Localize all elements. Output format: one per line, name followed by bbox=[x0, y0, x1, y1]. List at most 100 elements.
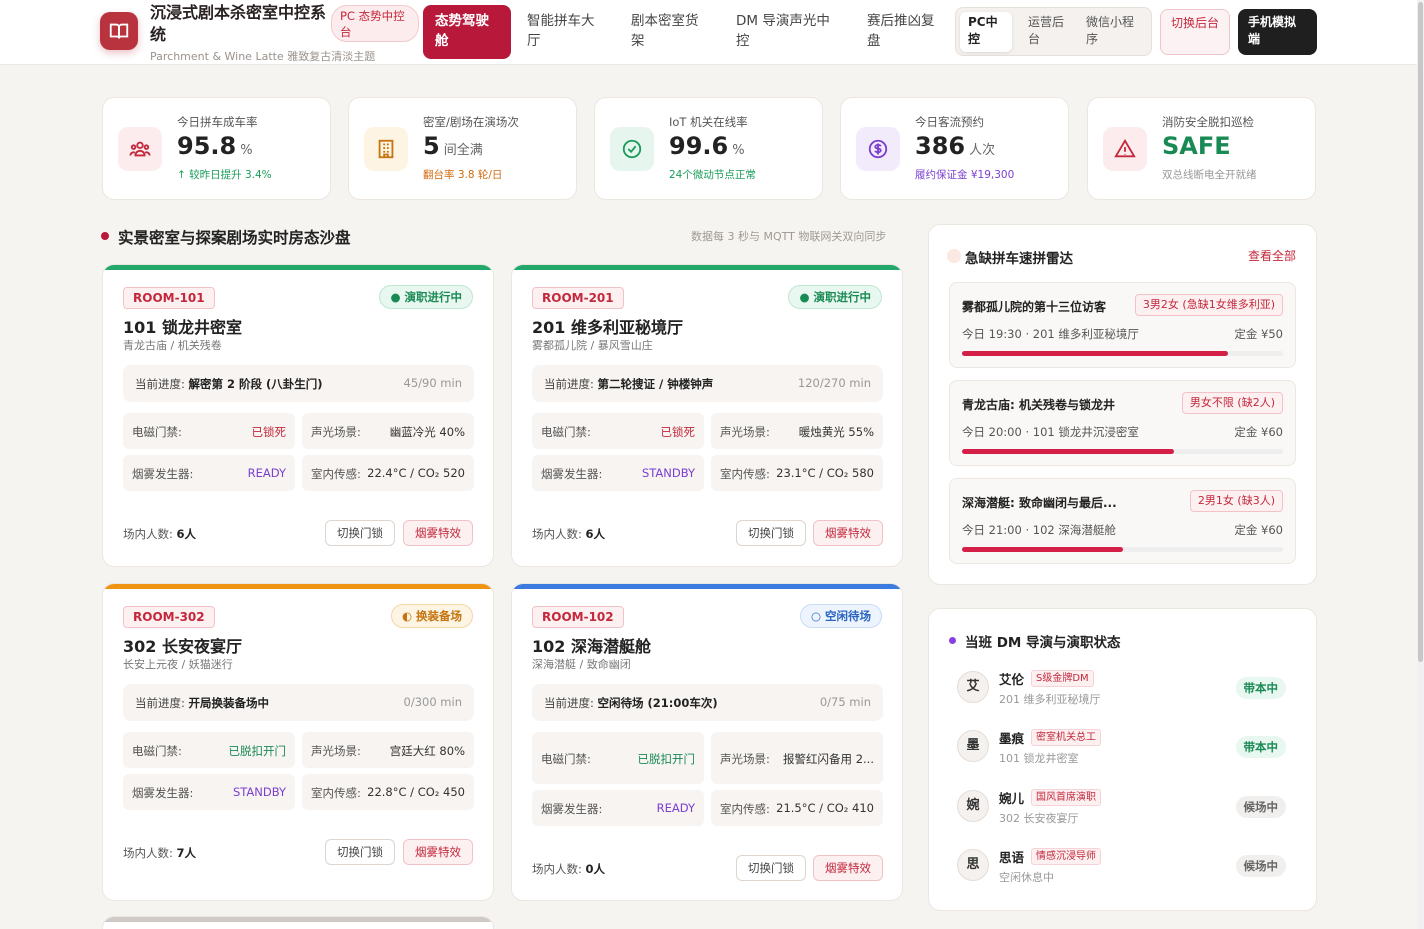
stat-card-carpool-rate: 今日拼车成车率 95.8% ↑ 较昨日提升 3.4% bbox=[102, 97, 331, 200]
sensor-value: 22.4°C / CO₂ 520 bbox=[367, 466, 465, 480]
dm-level-tag: 国风首席演职 bbox=[1031, 789, 1101, 806]
room-card: ROOM-101 ● 演职进行中 101 锁龙井密室 青龙古庙 / 机关残卷 当… bbox=[102, 264, 494, 567]
smoke-cell: 烟雾发生器: READY bbox=[532, 790, 704, 826]
nav-dashboard[interactable]: 态势驾驶舱 bbox=[423, 5, 511, 59]
scrollbar-thumb[interactable] bbox=[1418, 2, 1423, 662]
smoke-effect-button[interactable]: 烟雾特效 bbox=[813, 520, 883, 546]
dm-row[interactable]: 思 思语 情感沉浸导师 空闲休息中 候场中 bbox=[949, 841, 1296, 889]
view-miniprogram[interactable]: 微信小程序 bbox=[1078, 12, 1148, 52]
view-all-link[interactable]: 查看全部 bbox=[1248, 247, 1296, 264]
sensor-value: 21.5°C / CO₂ 410 bbox=[776, 801, 874, 815]
stat-label: 今日拼车成车率 bbox=[177, 115, 258, 129]
sensor-value: 22.8°C / CO₂ 450 bbox=[367, 785, 465, 799]
sensor-cell: 室内传感: 21.5°C / CO₂ 410 bbox=[711, 790, 883, 826]
radar-fill-track bbox=[962, 547, 1283, 552]
book-logo-icon bbox=[100, 12, 138, 50]
radar-item[interactable]: 深海潜艇: 致命幽闭与最后... 2男1女 (缺3人) 今日 21:00 · 1… bbox=[949, 478, 1296, 564]
mobile-sim-button[interactable]: 手机模拟端 bbox=[1238, 9, 1317, 55]
door-lock-cell: 电磁门禁: 已脱扣开门 bbox=[123, 732, 295, 768]
smoke-effect-button[interactable]: 烟雾特效 bbox=[813, 855, 883, 881]
progress-stage: 解密第 2 阶段 (八卦生门) bbox=[188, 377, 323, 391]
progress-time: 0/75 min bbox=[819, 695, 871, 709]
avatar: 思 bbox=[957, 849, 989, 881]
room-status-badge: ● 演职进行中 bbox=[788, 285, 882, 309]
room-status-badge: ● 演职进行中 bbox=[379, 285, 473, 309]
room-code: ROOM-101 bbox=[123, 287, 215, 309]
dm-status-badge: 带本中 bbox=[1235, 677, 1286, 699]
nav-carpool-hall[interactable]: 智能拼车大厅 bbox=[515, 5, 613, 59]
toggle-door-button[interactable]: 切换门锁 bbox=[325, 520, 395, 546]
room-card: ROOM-302 ◐ 换装备场 302 长安夜宴厅 长安上元夜 / 妖猫迷行 当… bbox=[102, 583, 494, 901]
toggle-door-button[interactable]: 切换门锁 bbox=[736, 855, 806, 881]
stat-card-fire-safety: 消防安全脱扣巡检 SAFE 双总线断电全开就绪 bbox=[1087, 97, 1316, 200]
stat-footnote: ↑ 较昨日提升 3.4% bbox=[177, 169, 272, 181]
toggle-door-button[interactable]: 切换门锁 bbox=[736, 520, 806, 546]
room-card: ROOM-201 ● 演职进行中 201 维多利亚秘境厅 雾都孤儿院 / 暴风雪… bbox=[511, 264, 903, 567]
radar-item[interactable]: 雾都孤儿院的第十三位访客 3男2女 (急缺1女维多利亚) 今日 19:30 · … bbox=[949, 282, 1296, 368]
room-status-badge: ○ 空闲待场 bbox=[799, 604, 882, 628]
pc-console-badge: PC 态势中控台 bbox=[331, 5, 419, 42]
stat-card-iot-online: IoT 机关在线率 99.6% 24个微动节点正常 bbox=[594, 97, 823, 200]
room-people-count: 场内人数: 6人 bbox=[532, 527, 606, 541]
progress-stage: 空闲待场 (21:00车次) bbox=[597, 696, 718, 710]
radar-script-name: 深海潜艇: 致命幽闭与最后... bbox=[962, 496, 1117, 510]
dm-assigned-room: 空闲休息中 bbox=[999, 871, 1054, 884]
nav-review[interactable]: 赛后推凶复盘 bbox=[855, 5, 949, 59]
dm-row[interactable]: 墨 墨痕 密室机关总工 101 锁龙井密室 带本中 bbox=[949, 722, 1296, 770]
progress-stage: 开局换装备场中 bbox=[188, 696, 270, 710]
sound-light-value: 暖烛黄光 55% bbox=[798, 425, 874, 439]
room-name: 201 维多利亚秘境厅 bbox=[532, 318, 683, 337]
room-people-count: 场内人数: 7人 bbox=[123, 846, 197, 860]
dm-row[interactable]: 婉 婉儿 国风首席演职 302 长安夜宴厅 候场中 bbox=[949, 782, 1296, 830]
progress-stage: 第二轮搜证 / 钟楼钟声 bbox=[597, 377, 714, 391]
dm-status-badge: 候场中 bbox=[1235, 796, 1286, 818]
smoke-value: READY bbox=[656, 801, 695, 815]
radar-need-tag: 2男1女 (缺3人) bbox=[1189, 490, 1283, 512]
dm-name: 墨痕 bbox=[999, 731, 1025, 746]
stat-card-rooms-live: 密室/剧场在演场次 5 间全满 翻台率 3.8 轮/日 bbox=[348, 97, 577, 200]
stat-value: 95.8% bbox=[177, 132, 253, 160]
room-status-bar bbox=[103, 584, 493, 589]
avatar: 墨 bbox=[957, 730, 989, 762]
stat-footnote: 24个微动节点正常 bbox=[669, 169, 756, 181]
room-status-bar bbox=[512, 265, 902, 270]
building-icon bbox=[364, 127, 408, 171]
view-pc[interactable]: PC中控 bbox=[960, 12, 1012, 52]
view-backend[interactable]: 运营后台 bbox=[1020, 12, 1080, 52]
smoke-effect-button[interactable]: 烟雾特效 bbox=[403, 520, 473, 546]
room-card-partial bbox=[102, 916, 494, 929]
room-people-count: 场内人数: 0人 bbox=[532, 862, 606, 876]
nav-script-shelf[interactable]: 剧本密室货架 bbox=[619, 5, 717, 59]
room-code: ROOM-302 bbox=[123, 606, 215, 628]
app-title: 沉浸式剧本杀密室中控系统 bbox=[150, 3, 327, 44]
sandbox-title: 实景密室与探案剧场实时房态沙盘 bbox=[100, 226, 351, 248]
sound-light-cell: 声光场景: 宫廷大红 80% bbox=[302, 732, 474, 768]
room-code: ROOM-201 bbox=[532, 287, 624, 309]
radar-item[interactable]: 青龙古庙: 机关残卷与锁龙井 男女不限 (缺2人) 今日 20:00 · 101… bbox=[949, 380, 1296, 466]
sound-light-cell: 声光场景: 报警红闪备用 2... bbox=[711, 732, 883, 784]
dm-assigned-room: 201 维多利亚秘境厅 bbox=[999, 693, 1101, 706]
progress-time: 45/90 min bbox=[403, 376, 462, 390]
switch-backend-button[interactable]: 切换后台 bbox=[1160, 9, 1230, 55]
room-progress: 当前进度: 第二轮搜证 / 钟楼钟声 120/270 min bbox=[532, 365, 883, 402]
dm-name: 婉儿 bbox=[999, 791, 1025, 806]
room-status-badge: ◐ 换装备场 bbox=[390, 604, 473, 628]
room-progress: 当前进度: 解密第 2 阶段 (八卦生门) 45/90 min bbox=[123, 365, 474, 402]
stat-label: IoT 机关在线率 bbox=[669, 115, 748, 129]
stat-footnote: 翻台率 3.8 轮/日 bbox=[423, 169, 503, 181]
radar-script-name: 雾都孤儿院的第十三位访客 bbox=[962, 300, 1107, 314]
dm-row[interactable]: 艾 艾伦 S级金牌DM 201 维多利亚秘境厅 带本中 bbox=[949, 663, 1296, 711]
sandbox-sync-note: 数据每 3 秒与 MQTT 物联网关双向同步 bbox=[691, 230, 887, 243]
carpool-radar-panel: 急缺拼车速拼雷达 查看全部 雾都孤儿院的第十三位访客 3男2女 (急缺1女维多利… bbox=[928, 224, 1317, 585]
door-lock-value: 已锁死 bbox=[660, 425, 696, 439]
smoke-value: STANDBY bbox=[232, 785, 286, 799]
smoke-effect-button[interactable]: 烟雾特效 bbox=[403, 839, 473, 865]
app-subtitle: Parchment & Wine Latte 雅致复古清淡主题 bbox=[150, 50, 376, 63]
room-status-bar bbox=[103, 265, 493, 270]
dm-assigned-room: 101 锁龙井密室 bbox=[999, 752, 1079, 765]
nav-dm-control[interactable]: DM 导演声光中控 bbox=[724, 5, 850, 59]
door-lock-value: 已脱扣开门 bbox=[637, 752, 696, 766]
sensor-cell: 室内传感: 22.4°C / CO₂ 520 bbox=[302, 455, 474, 491]
room-status-bar bbox=[512, 584, 902, 589]
toggle-door-button[interactable]: 切换门锁 bbox=[325, 839, 395, 865]
